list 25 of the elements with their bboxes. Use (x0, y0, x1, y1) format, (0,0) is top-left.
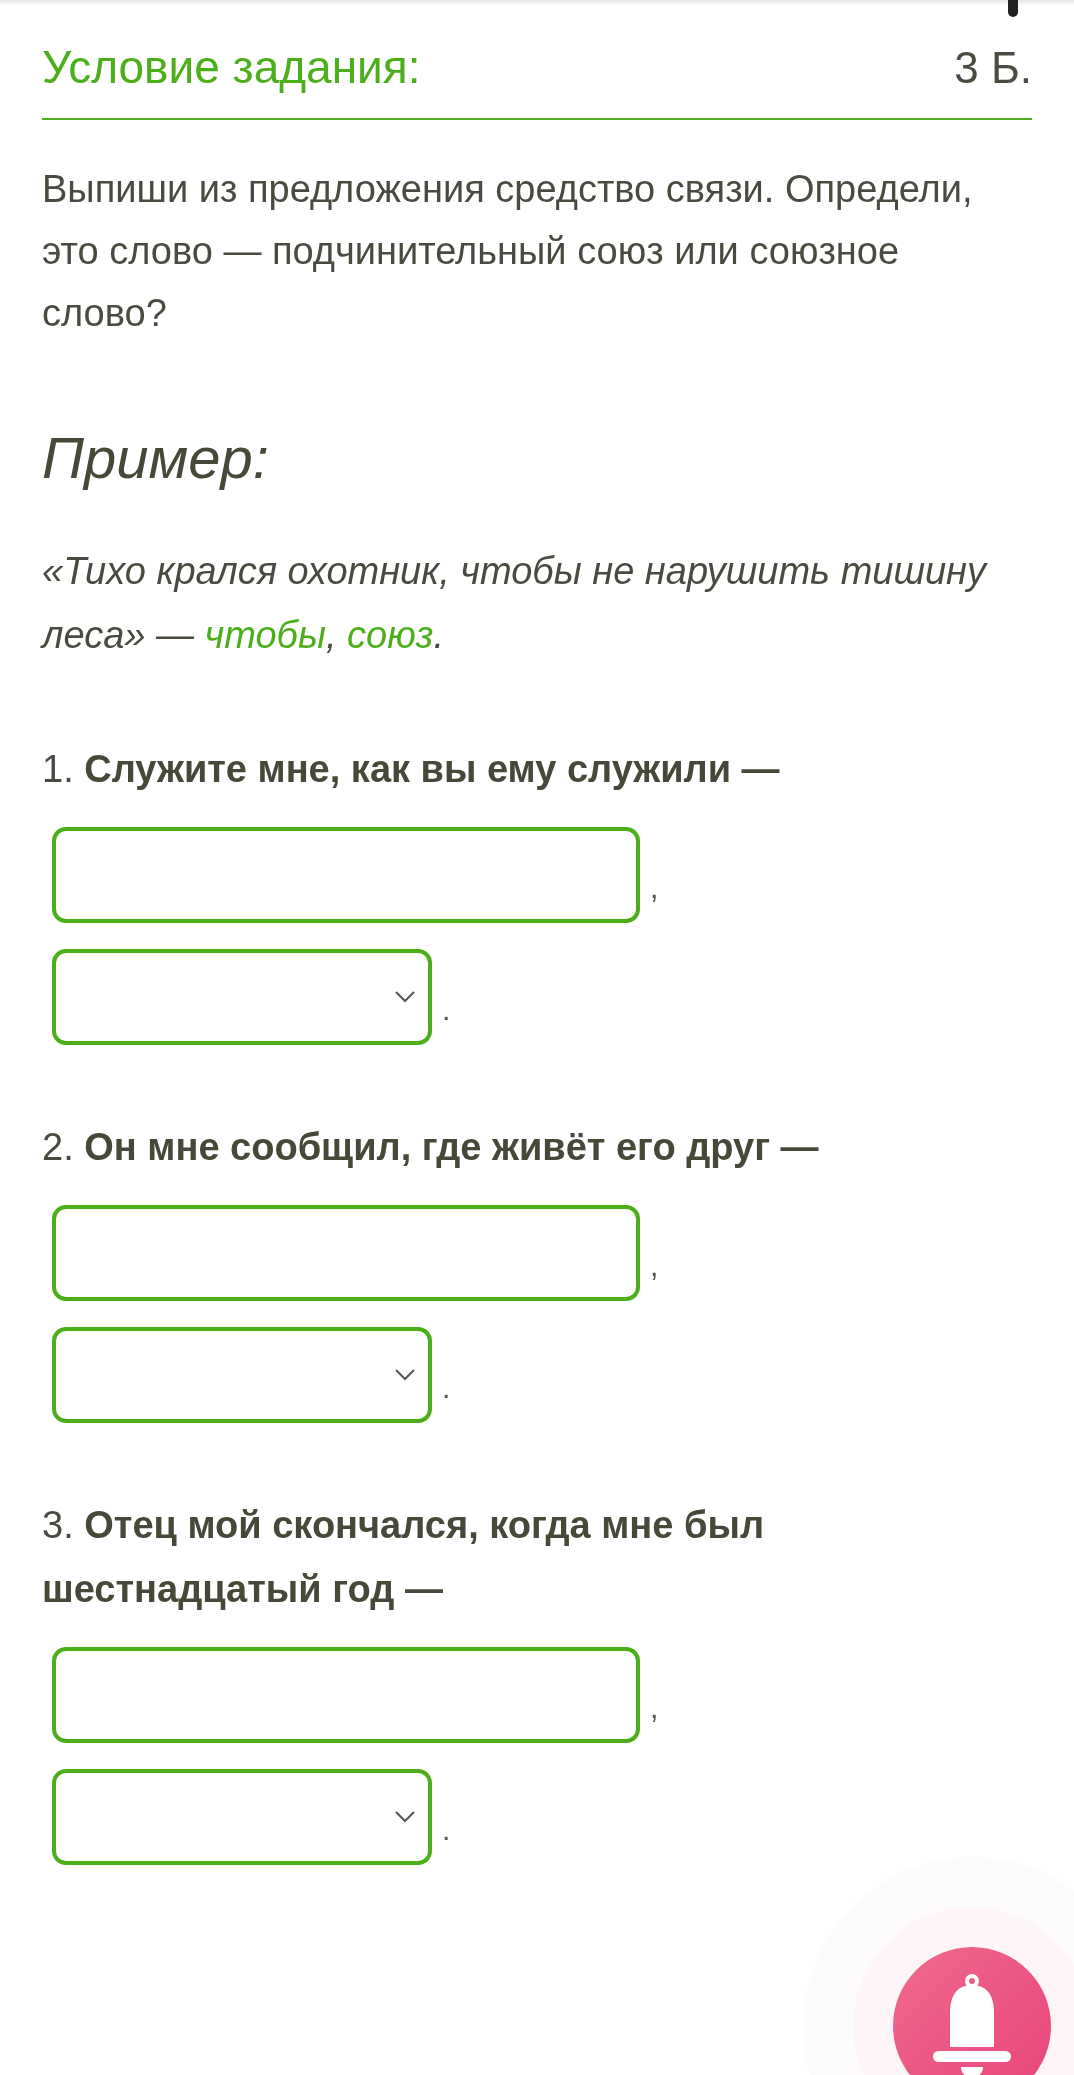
chevron-down-icon (394, 990, 416, 1004)
chevron-down-icon (394, 1368, 416, 1382)
section-title: Условие задания: (42, 40, 421, 94)
marker-icon (1006, 0, 1020, 20)
punctuation-mark: , (650, 1249, 659, 1284)
task-instruction: Выпиши из предложения средство связи. Определи, это слово — подчинительный союз или союзное слово? (42, 167, 974, 336)
answer-dropdown[interactable] (52, 1327, 432, 1423)
answer-field[interactable] (52, 1647, 640, 1743)
punctuation-mark: . (442, 993, 451, 1028)
punctuation-mark: . (442, 1371, 451, 1406)
answer-field[interactable] (52, 1205, 640, 1301)
punctuation-mark: . (442, 1813, 451, 1848)
answer-dropdown[interactable] (52, 1769, 432, 1865)
question-text: 2. Он мне сообщил, где живёт его друг — (42, 1125, 820, 1170)
answer-dropdown[interactable] (52, 949, 432, 1045)
punctuation-mark: , (650, 871, 659, 906)
points-label: 3 Б. (954, 43, 1032, 93)
example-heading: Пример: (42, 424, 270, 491)
question-text: 1. Служите мне, как вы ему служили — (42, 747, 781, 792)
punctuation-mark: , (650, 1691, 659, 1726)
answer-field[interactable] (52, 827, 640, 923)
question-text: 3. Отец мой скончался, когда мне был шестнадцатый год — (42, 1503, 766, 1612)
example-text: «Тихо крался охотник, чтобы не нарушить тишину леса» — чтобы, союз. (42, 549, 989, 658)
bell-icon (931, 1973, 1013, 2075)
chevron-down-icon (394, 1810, 416, 1824)
